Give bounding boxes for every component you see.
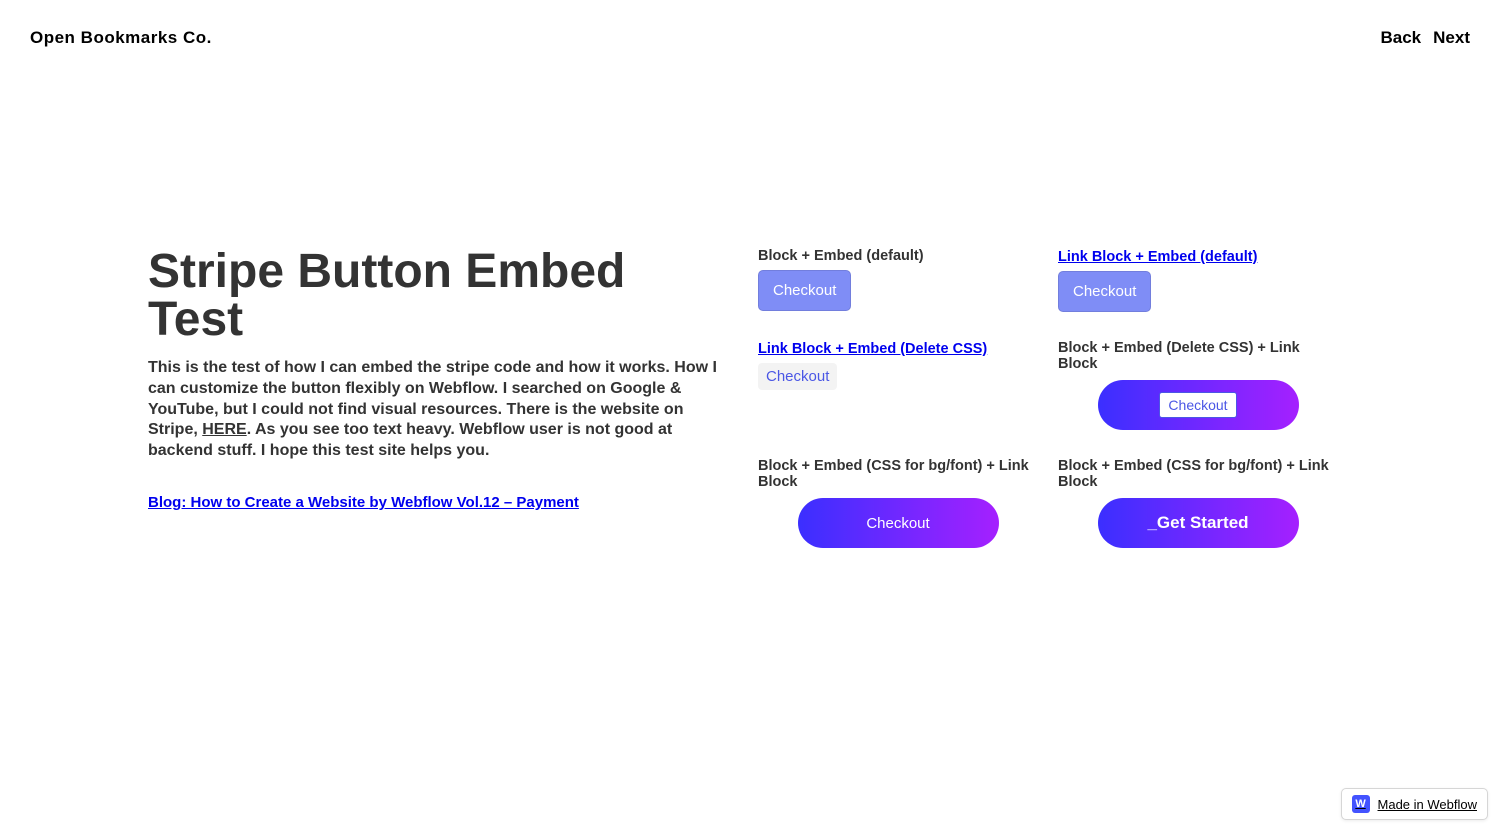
main: Stripe Button Embed Test This is the tes… [0, 48, 1500, 548]
made-in-webflow-badge[interactable]: W Made in Webflow [1341, 788, 1488, 820]
checkout-pill-button[interactable]: Checkout [1098, 380, 1299, 430]
nav: Back Next [1381, 28, 1471, 48]
get-started-inner-label: _Get Started [1147, 513, 1248, 533]
example-label: Block + Embed (CSS for bg/font) + Link B… [1058, 458, 1338, 490]
example-label: Block + Embed (Delete CSS) + Link Block [1058, 340, 1338, 372]
example-block-embed-deletecss-linkblock: Block + Embed (Delete CSS) + Link Block … [1058, 340, 1338, 430]
example-label: Block + Embed (default) [758, 248, 1038, 264]
checkout-pill-button[interactable]: Checkout [798, 498, 999, 548]
site-title[interactable]: Open Bookmarks Co. [30, 28, 212, 48]
checkout-button[interactable]: Checkout [758, 363, 837, 390]
example-block-embed-default: Block + Embed (default) Checkout [758, 248, 1038, 312]
checkout-button[interactable]: Checkout [758, 270, 851, 311]
example-linkblock-embed-default: Link Block + Embed (default) Checkout [1058, 248, 1338, 312]
nav-back[interactable]: Back [1381, 28, 1422, 48]
page-description: This is the test of how I can embed the … [148, 358, 718, 462]
get-started-pill-button[interactable]: _Get Started [1098, 498, 1299, 548]
example-label-link[interactable]: Link Block + Embed (Delete CSS) [758, 341, 987, 357]
nav-next[interactable]: Next [1433, 28, 1470, 48]
checkout-button[interactable]: Checkout [1058, 271, 1151, 312]
example-block-embed-cssbg-linkblock-1: Block + Embed (CSS for bg/font) + Link B… [758, 458, 1038, 548]
example-label-link[interactable]: Link Block + Embed (default) [1058, 249, 1257, 265]
example-block-embed-cssbg-linkblock-2: Block + Embed (CSS for bg/font) + Link B… [1058, 458, 1338, 548]
checkout-inner-label: Checkout [866, 515, 929, 532]
page-title: Stripe Button Embed Test [148, 248, 718, 344]
webflow-icon: W [1352, 795, 1370, 813]
left-column: Stripe Button Embed Test This is the tes… [148, 248, 718, 548]
example-label: Block + Embed (CSS for bg/font) + Link B… [758, 458, 1038, 490]
header: Open Bookmarks Co. Back Next [0, 0, 1500, 48]
checkout-inner-label: Checkout [1159, 392, 1236, 418]
example-linkblock-embed-deletecss: Link Block + Embed (Delete CSS) Checkout [758, 340, 1038, 430]
badge-text: Made in Webflow [1378, 797, 1477, 812]
here-link[interactable]: HERE [202, 421, 246, 438]
examples-grid: Block + Embed (default) Checkout Link Bl… [758, 248, 1338, 548]
blog-link[interactable]: Blog: How to Create a Website by Webflow… [148, 494, 579, 511]
